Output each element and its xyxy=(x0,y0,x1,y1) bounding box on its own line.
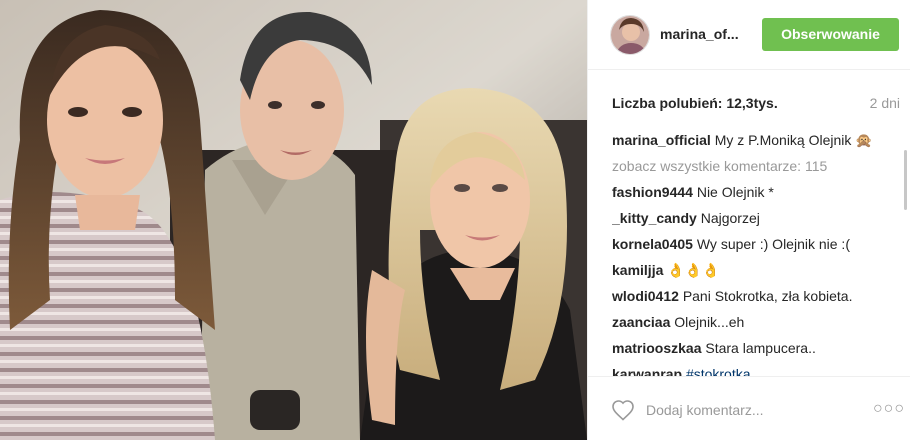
comment-author[interactable]: fashion9444 xyxy=(612,184,693,200)
post-header: marina_of... Obserwowanie xyxy=(588,0,910,70)
comment-item: matriooszkaa Stara lampucera.. xyxy=(612,339,898,365)
post-author-username[interactable]: marina_of... xyxy=(660,26,739,42)
heart-icon[interactable] xyxy=(611,399,635,421)
post-timestamp[interactable]: 2 dni xyxy=(870,95,900,111)
comment-item: wlodi0412 Pani Stokrotka, zła kobieta. xyxy=(612,287,898,313)
likes-count[interactable]: 12,3tys. xyxy=(726,95,777,111)
comment-author[interactable]: matriooszkaa xyxy=(612,340,701,356)
avatar-image xyxy=(611,16,649,54)
comments-list[interactable]: marina_official My z P.Moniką Olejnik 🙊 … xyxy=(612,131,898,376)
comment-text: Olejnik...eh xyxy=(674,314,745,330)
comment-item: karwanrap #stokrotka xyxy=(612,365,898,376)
comment-author[interactable]: wlodi0412 xyxy=(612,288,679,304)
comment-item: _kitty_candy Najgorzej xyxy=(612,209,898,235)
comment-text: Pani Stokrotka, zła kobieta. xyxy=(682,288,853,304)
more-options-icon[interactable]: ○○○ xyxy=(873,399,904,419)
caption: marina_official My z P.Moniką Olejnik 🙊 xyxy=(612,131,898,157)
avatar[interactable] xyxy=(610,15,650,55)
comment-text: Nie Olejnik * xyxy=(696,184,774,200)
view-all-comments-link[interactable]: zobacz wszystkie komentarze: 115 xyxy=(612,157,898,183)
comment-author[interactable]: zaanciaa xyxy=(612,314,670,330)
add-comment-input[interactable] xyxy=(646,399,846,421)
comment-text: Najgorzej xyxy=(700,210,760,226)
comment-item: zaanciaa Olejnik...eh xyxy=(612,313,898,339)
comment-text: Wy super :) Olejnik nie :( xyxy=(696,236,850,252)
comment-text: 👌👌👌 xyxy=(667,262,720,278)
comment-item: kornela0405 Wy super :) Olejnik nie :( xyxy=(612,235,898,261)
selfie-image xyxy=(0,0,587,440)
comment-author[interactable]: kornela0405 xyxy=(612,236,693,252)
post-sidebar: marina_of... Obserwowanie Liczba polubie… xyxy=(587,0,910,440)
post-footer: ○○○ xyxy=(588,376,910,440)
monkey-emoji-icon: 🙊 xyxy=(855,132,873,148)
likes-label[interactable]: Liczba polubień: xyxy=(612,95,722,111)
likes-row: Liczba polubień: 12,3tys. 2 dni xyxy=(612,95,900,113)
comment-author[interactable]: kamiljja xyxy=(612,262,663,278)
comments-scrollbar[interactable] xyxy=(904,150,907,210)
comment-author[interactable]: _kitty_candy xyxy=(612,210,697,226)
comment-item: fashion9444 Nie Olejnik * xyxy=(612,183,898,209)
follow-button[interactable]: Obserwowanie xyxy=(762,18,899,51)
comment-text: Stara lampucera.. xyxy=(705,340,816,356)
caption-author[interactable]: marina_official xyxy=(612,132,711,148)
comment-hashtag[interactable]: #stokrotka xyxy=(686,366,751,376)
comment-author[interactable]: karwanrap xyxy=(612,366,682,376)
comment-item: kamiljja 👌👌👌 xyxy=(612,261,898,287)
post-photo[interactable] xyxy=(0,0,587,440)
caption-text: My z P.Moniką Olejnik xyxy=(714,132,852,148)
